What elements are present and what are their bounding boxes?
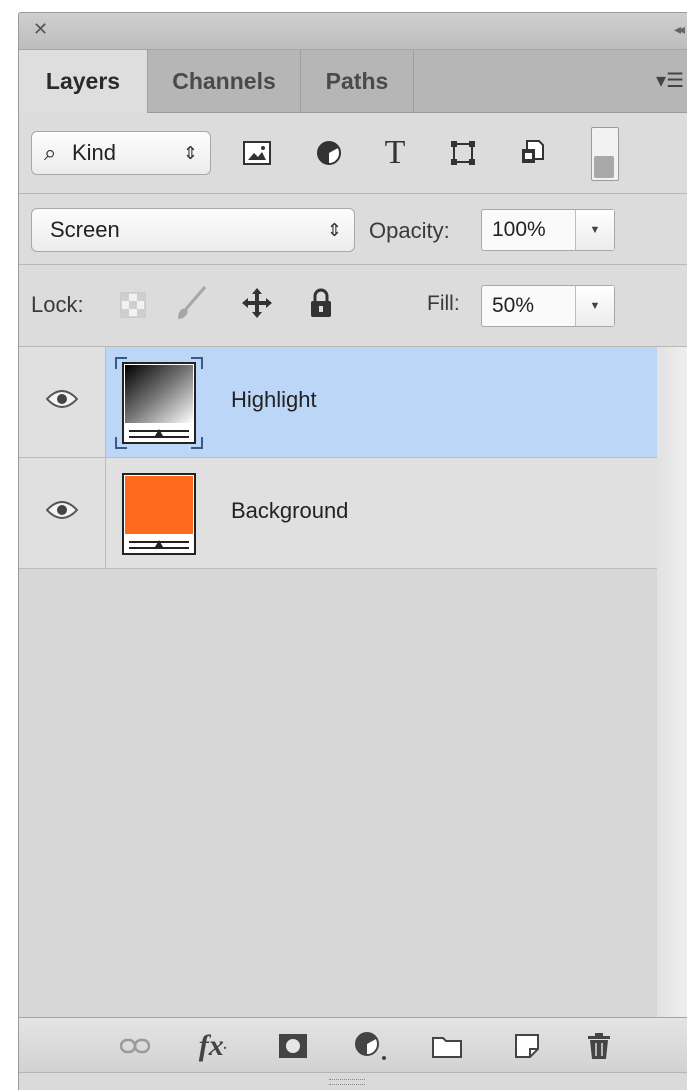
opacity-label: Opacity: <box>369 218 450 243</box>
link-layers-icon[interactable] <box>117 1030 153 1062</box>
new-group-icon[interactable] <box>429 1030 465 1062</box>
layer-filter-row: ⌕ Kind ⇕ T <box>19 113 687 194</box>
grip-lines <box>329 1079 365 1085</box>
panel-titlebar: ✕ ◂◂ <box>19 13 687 50</box>
layers-bottom-toolbar: fx. <box>19 1017 687 1072</box>
visibility-column <box>19 347 106 457</box>
panel-tabs: Layers Channels Paths ▾☰ <box>19 50 687 113</box>
delete-layer-icon[interactable] <box>581 1030 617 1062</box>
tab-channels[interactable]: Channels <box>148 50 301 112</box>
tab-paths[interactable]: Paths <box>301 50 414 112</box>
layers-panel: ✕ ◂◂ Layers Channels Paths ▾☰ ⌕ Kind ⇕ T <box>18 12 687 1090</box>
layer-row-highlight[interactable]: Highlight <box>19 347 657 458</box>
pixel-layer-filter-icon[interactable] <box>237 133 277 173</box>
filter-kind-select[interactable]: ⌕ Kind ⇕ <box>31 131 211 175</box>
fill-field[interactable]: 50% ▼ <box>481 285 615 327</box>
lock-position-icon[interactable] <box>237 283 277 323</box>
filter-toggle[interactable] <box>591 127 619 181</box>
eye-icon[interactable] <box>45 389 79 414</box>
close-icon[interactable]: ✕ <box>33 19 48 40</box>
layer-thumbnail[interactable] <box>113 355 205 451</box>
opacity-dropdown-icon[interactable]: ▼ <box>575 210 614 250</box>
shape-layer-filter-icon[interactable] <box>443 133 483 173</box>
layer-style-fx-icon[interactable]: fx. <box>195 1029 231 1062</box>
stepper-icon: ⇕ <box>182 143 198 163</box>
fill-dropdown-icon[interactable]: ▼ <box>575 286 614 326</box>
blend-mode-value: Screen <box>50 217 120 242</box>
opacity-field[interactable]: 100% ▼ <box>481 209 615 251</box>
new-adjustment-layer-icon[interactable] <box>353 1030 389 1062</box>
smart-object-filter-icon[interactable] <box>513 133 553 173</box>
kind-label: Kind <box>72 140 117 165</box>
new-layer-icon[interactable] <box>509 1030 545 1062</box>
layers-list: Highlight Background <box>19 347 687 1017</box>
scrollbar-track[interactable] <box>657 347 687 1017</box>
lock-image-pixels-icon[interactable] <box>171 283 211 323</box>
layer-name: Background <box>231 498 349 523</box>
type-layer-filter-icon[interactable]: T <box>375 133 415 173</box>
panel-resize-grip[interactable] <box>19 1072 687 1090</box>
layer-mask-icon[interactable] <box>275 1030 311 1062</box>
fill-label: Fill: <box>427 292 460 315</box>
visibility-column <box>19 458 106 568</box>
stepper-icon: ⇕ <box>326 220 342 240</box>
panel-menu-icon[interactable]: ▾☰ <box>656 68 684 93</box>
blend-mode-select[interactable]: Screen ⇕ <box>31 208 355 252</box>
lock-all-icon[interactable] <box>301 283 341 323</box>
lock-label: Lock: <box>31 292 84 317</box>
eye-icon[interactable] <box>45 500 79 525</box>
layer-thumbnail[interactable] <box>115 468 203 560</box>
layer-row-background[interactable]: Background <box>19 458 657 569</box>
tab-layers[interactable]: Layers <box>19 50 148 113</box>
blend-row: Screen ⇕ Opacity: 100% ▼ <box>19 194 687 265</box>
layer-name: Highlight <box>231 387 317 412</box>
lock-row: Lock: Fill: 50% ▼ <box>19 265 687 347</box>
opacity-value: 100% <box>492 218 546 241</box>
collapse-panel-icon[interactable]: ◂◂ <box>674 21 685 38</box>
lock-transparent-pixels-icon[interactable] <box>113 285 153 325</box>
fill-value: 50% <box>492 294 535 317</box>
adjustment-layer-filter-icon[interactable] <box>309 133 349 173</box>
search-icon: ⌕ <box>44 140 57 165</box>
